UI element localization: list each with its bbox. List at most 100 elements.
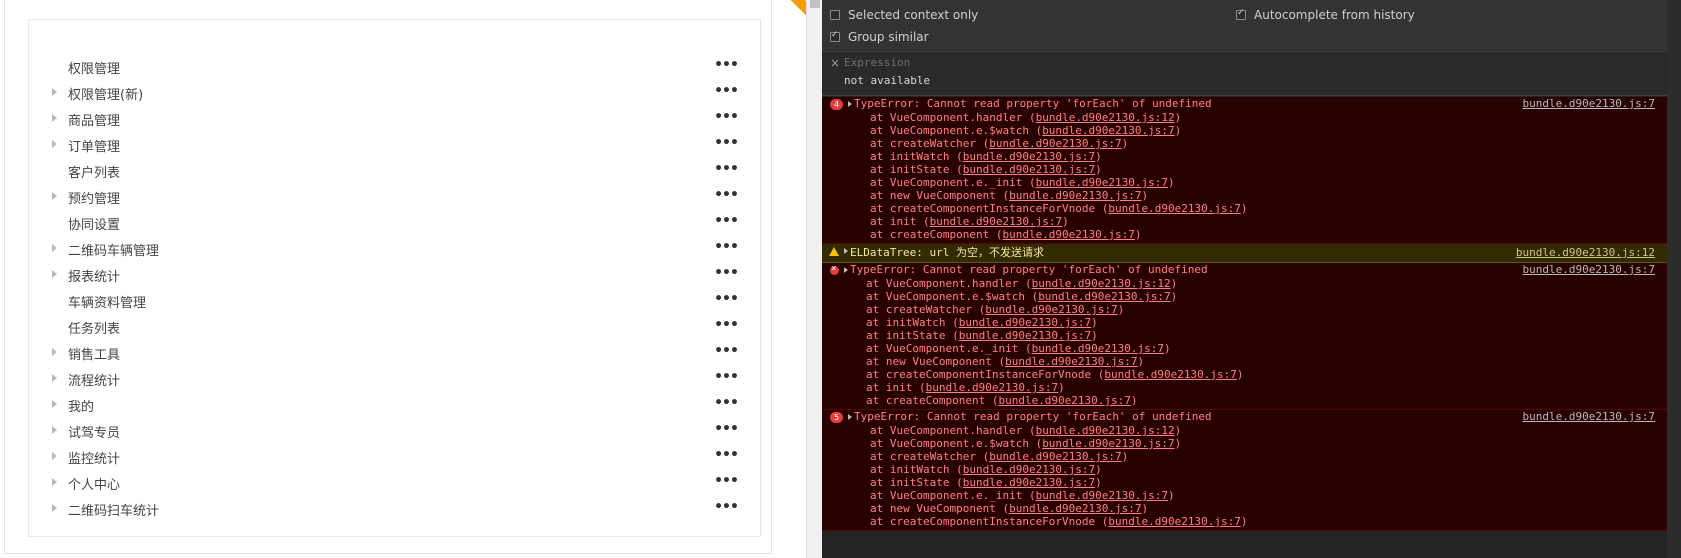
selected-context-only-setting[interactable]: Selected context only <box>830 8 978 22</box>
stack-frame-link[interactable]: bundle.d90e2130.js:7 <box>926 381 1058 394</box>
source-link[interactable]: bundle.d90e2130.js:7 <box>1523 97 1655 111</box>
menu-item[interactable]: 任务列表 ••• <box>48 314 739 340</box>
more-actions-icon[interactable]: ••• <box>714 288 739 314</box>
group-similar-checkbox[interactable] <box>830 30 840 42</box>
more-actions-icon[interactable]: ••• <box>714 132 739 158</box>
menu-item[interactable]: 商品管理 ••• <box>48 106 739 132</box>
autocomplete-from-history-checkbox[interactable] <box>1236 8 1246 20</box>
stack-frame-link[interactable]: bundle.d90e2130.js:7 <box>1104 368 1236 381</box>
menu-item[interactable]: 试驾专员 ••• <box>48 418 739 444</box>
page-scrollbar-thumb[interactable] <box>810 0 820 8</box>
menu-item[interactable]: 车辆资料管理 ••• <box>48 288 739 314</box>
stack-frame-link[interactable]: bundle.d90e2130.js:7 <box>989 450 1121 463</box>
source-link[interactable]: bundle.d90e2130.js:7 <box>1523 263 1655 277</box>
menu-item[interactable]: 权限管理(新) ••• <box>48 80 739 106</box>
expand-caret-icon[interactable] <box>52 426 57 434</box>
menu-item[interactable]: 订单管理 ••• <box>48 132 739 158</box>
stack-frame-link[interactable]: bundle.d90e2130.js:7 <box>1042 124 1174 137</box>
stack-frame-link[interactable]: bundle.d90e2130.js:7 <box>1005 355 1137 368</box>
more-actions-icon[interactable]: ••• <box>714 366 739 392</box>
stack-frame-link[interactable]: bundle.d90e2130.js:7 <box>963 163 1095 176</box>
menu-item[interactable]: 二维码车辆管理 ••• <box>48 236 739 262</box>
more-actions-icon[interactable]: ••• <box>714 444 739 470</box>
stack-frame-link[interactable]: bundle.d90e2130.js:7 <box>1108 202 1240 215</box>
stack-frame-link[interactable]: bundle.d90e2130.js:7 <box>963 463 1095 476</box>
stack-frame-link[interactable]: bundle.d90e2130.js:7 <box>989 137 1121 150</box>
more-actions-icon[interactable]: ••• <box>714 418 739 444</box>
expand-arrow-icon[interactable] <box>848 414 852 420</box>
expand-caret-icon[interactable] <box>52 452 57 460</box>
close-expression-icon[interactable]: × <box>830 56 840 70</box>
expand-arrow-icon[interactable] <box>844 248 848 254</box>
stack-frame-link[interactable]: bundle.d90e2130.js:7 <box>1038 290 1170 303</box>
menu-item[interactable]: 销售工具 ••• <box>48 340 739 366</box>
menu-item[interactable]: 监控统计 ••• <box>48 444 739 470</box>
menu-item[interactable]: 权限管理 ••• <box>48 54 739 80</box>
stack-frame-link[interactable]: bundle.d90e2130.js:12 <box>1032 277 1171 290</box>
stack-frame-link[interactable]: bundle.d90e2130.js:7 <box>1042 437 1174 450</box>
more-actions-icon[interactable]: ••• <box>714 262 739 288</box>
more-actions-icon[interactable]: ••• <box>714 158 739 184</box>
more-actions-icon[interactable]: ••• <box>714 184 739 210</box>
stack-frame-link[interactable]: bundle.d90e2130.js:7 <box>1009 189 1141 202</box>
more-actions-icon[interactable]: ••• <box>714 340 739 366</box>
stack-frame-link[interactable]: bundle.d90e2130.js:7 <box>1036 489 1168 502</box>
expand-caret-icon[interactable] <box>52 400 57 408</box>
stack-frame-link[interactable]: bundle.d90e2130.js:7 <box>1036 176 1168 189</box>
more-actions-icon[interactable]: ••• <box>714 80 739 106</box>
more-actions-icon[interactable]: ••• <box>714 236 739 262</box>
stack-frame-link[interactable]: bundle.d90e2130.js:7 <box>930 215 1062 228</box>
selected-context-only-checkbox[interactable] <box>830 10 840 20</box>
more-actions-icon[interactable]: ••• <box>714 470 739 496</box>
menu-item[interactable]: 报表统计 ••• <box>48 262 739 288</box>
more-actions-icon[interactable]: ••• <box>714 314 739 340</box>
menu-item[interactable]: 二维码扫车统计 ••• <box>48 496 739 522</box>
expand-caret-icon[interactable] <box>52 374 57 382</box>
more-actions-icon[interactable]: ••• <box>714 496 739 522</box>
expand-caret-icon[interactable] <box>52 348 57 356</box>
console-message-header[interactable]: 4 TypeError: Cannot read property 'forEac… <box>822 97 1681 111</box>
console-scrollbar[interactable] <box>1667 0 1681 558</box>
more-actions-icon[interactable]: ••• <box>714 106 739 132</box>
console-error[interactable]: 4 TypeError: Cannot read property 'forEac… <box>822 97 1681 244</box>
console-error[interactable]: TypeError: Cannot read property 'forEach… <box>822 262 1681 410</box>
menu-item[interactable]: 个人中心 ••• <box>48 470 739 496</box>
console-message-header[interactable]: TypeError: Cannot read property 'forEach… <box>822 262 1681 277</box>
expand-caret-icon[interactable] <box>52 478 57 486</box>
autocomplete-from-history-setting[interactable]: Autocomplete from history <box>1236 8 1415 22</box>
stack-frame-link[interactable]: bundle.d90e2130.js:7 <box>963 476 1095 489</box>
stack-frame-link[interactable]: bundle.d90e2130.js:7 <box>959 316 1091 329</box>
console-message-header[interactable]: 5 TypeError: Cannot read property 'forEac… <box>822 410 1681 424</box>
expand-caret-icon[interactable] <box>52 504 57 512</box>
stack-frame-link[interactable]: bundle.d90e2130.js:7 <box>959 329 1091 342</box>
stack-frame-link[interactable]: bundle.d90e2130.js:7 <box>1108 515 1240 528</box>
expand-arrow-icon[interactable] <box>848 101 852 107</box>
stack-frame-link[interactable]: bundle.d90e2130.js:7 <box>963 150 1095 163</box>
page-scrollbar[interactable] <box>806 0 822 558</box>
stack-frame-link[interactable]: bundle.d90e2130.js:7 <box>1009 502 1141 515</box>
expand-arrow-icon[interactable] <box>844 267 848 273</box>
menu-item[interactable]: 预约管理 ••• <box>48 184 739 210</box>
menu-item[interactable]: 协同设置 ••• <box>48 210 739 236</box>
console-warning[interactable]: ELDataTree: url 为空，不发送请求 bundle.d90e2130.… <box>822 244 1681 263</box>
more-actions-icon[interactable]: ••• <box>714 54 739 80</box>
source-link[interactable]: bundle.d90e2130.js:12 <box>1516 244 1655 262</box>
console-message-header[interactable]: ELDataTree: url 为空，不发送请求 bundle.d90e2130.… <box>822 244 1681 262</box>
stack-frame-link[interactable]: bundle.d90e2130.js:12 <box>1036 111 1175 124</box>
expression-input[interactable]: Expression <box>844 56 910 69</box>
expand-caret-icon[interactable] <box>52 192 57 200</box>
menu-item[interactable]: 流程统计 ••• <box>48 366 739 392</box>
expand-caret-icon[interactable] <box>52 88 57 96</box>
stack-frame-link[interactable]: bundle.d90e2130.js:7 <box>1002 228 1134 241</box>
expand-caret-icon[interactable] <box>52 114 57 122</box>
group-similar-setting[interactable]: Group similar <box>830 30 929 44</box>
more-actions-icon[interactable]: ••• <box>714 392 739 418</box>
more-actions-icon[interactable]: ••• <box>714 210 739 236</box>
expand-caret-icon[interactable] <box>52 140 57 148</box>
menu-item[interactable]: 我的 ••• <box>48 392 739 418</box>
expand-caret-icon[interactable] <box>52 270 57 278</box>
menu-item[interactable]: 客户列表 ••• <box>48 158 739 184</box>
source-link[interactable]: bundle.d90e2130.js:7 <box>1523 410 1655 424</box>
stack-frame-link[interactable]: bundle.d90e2130.js:12 <box>1036 424 1175 437</box>
stack-frame-link[interactable]: bundle.d90e2130.js:7 <box>1032 342 1164 355</box>
